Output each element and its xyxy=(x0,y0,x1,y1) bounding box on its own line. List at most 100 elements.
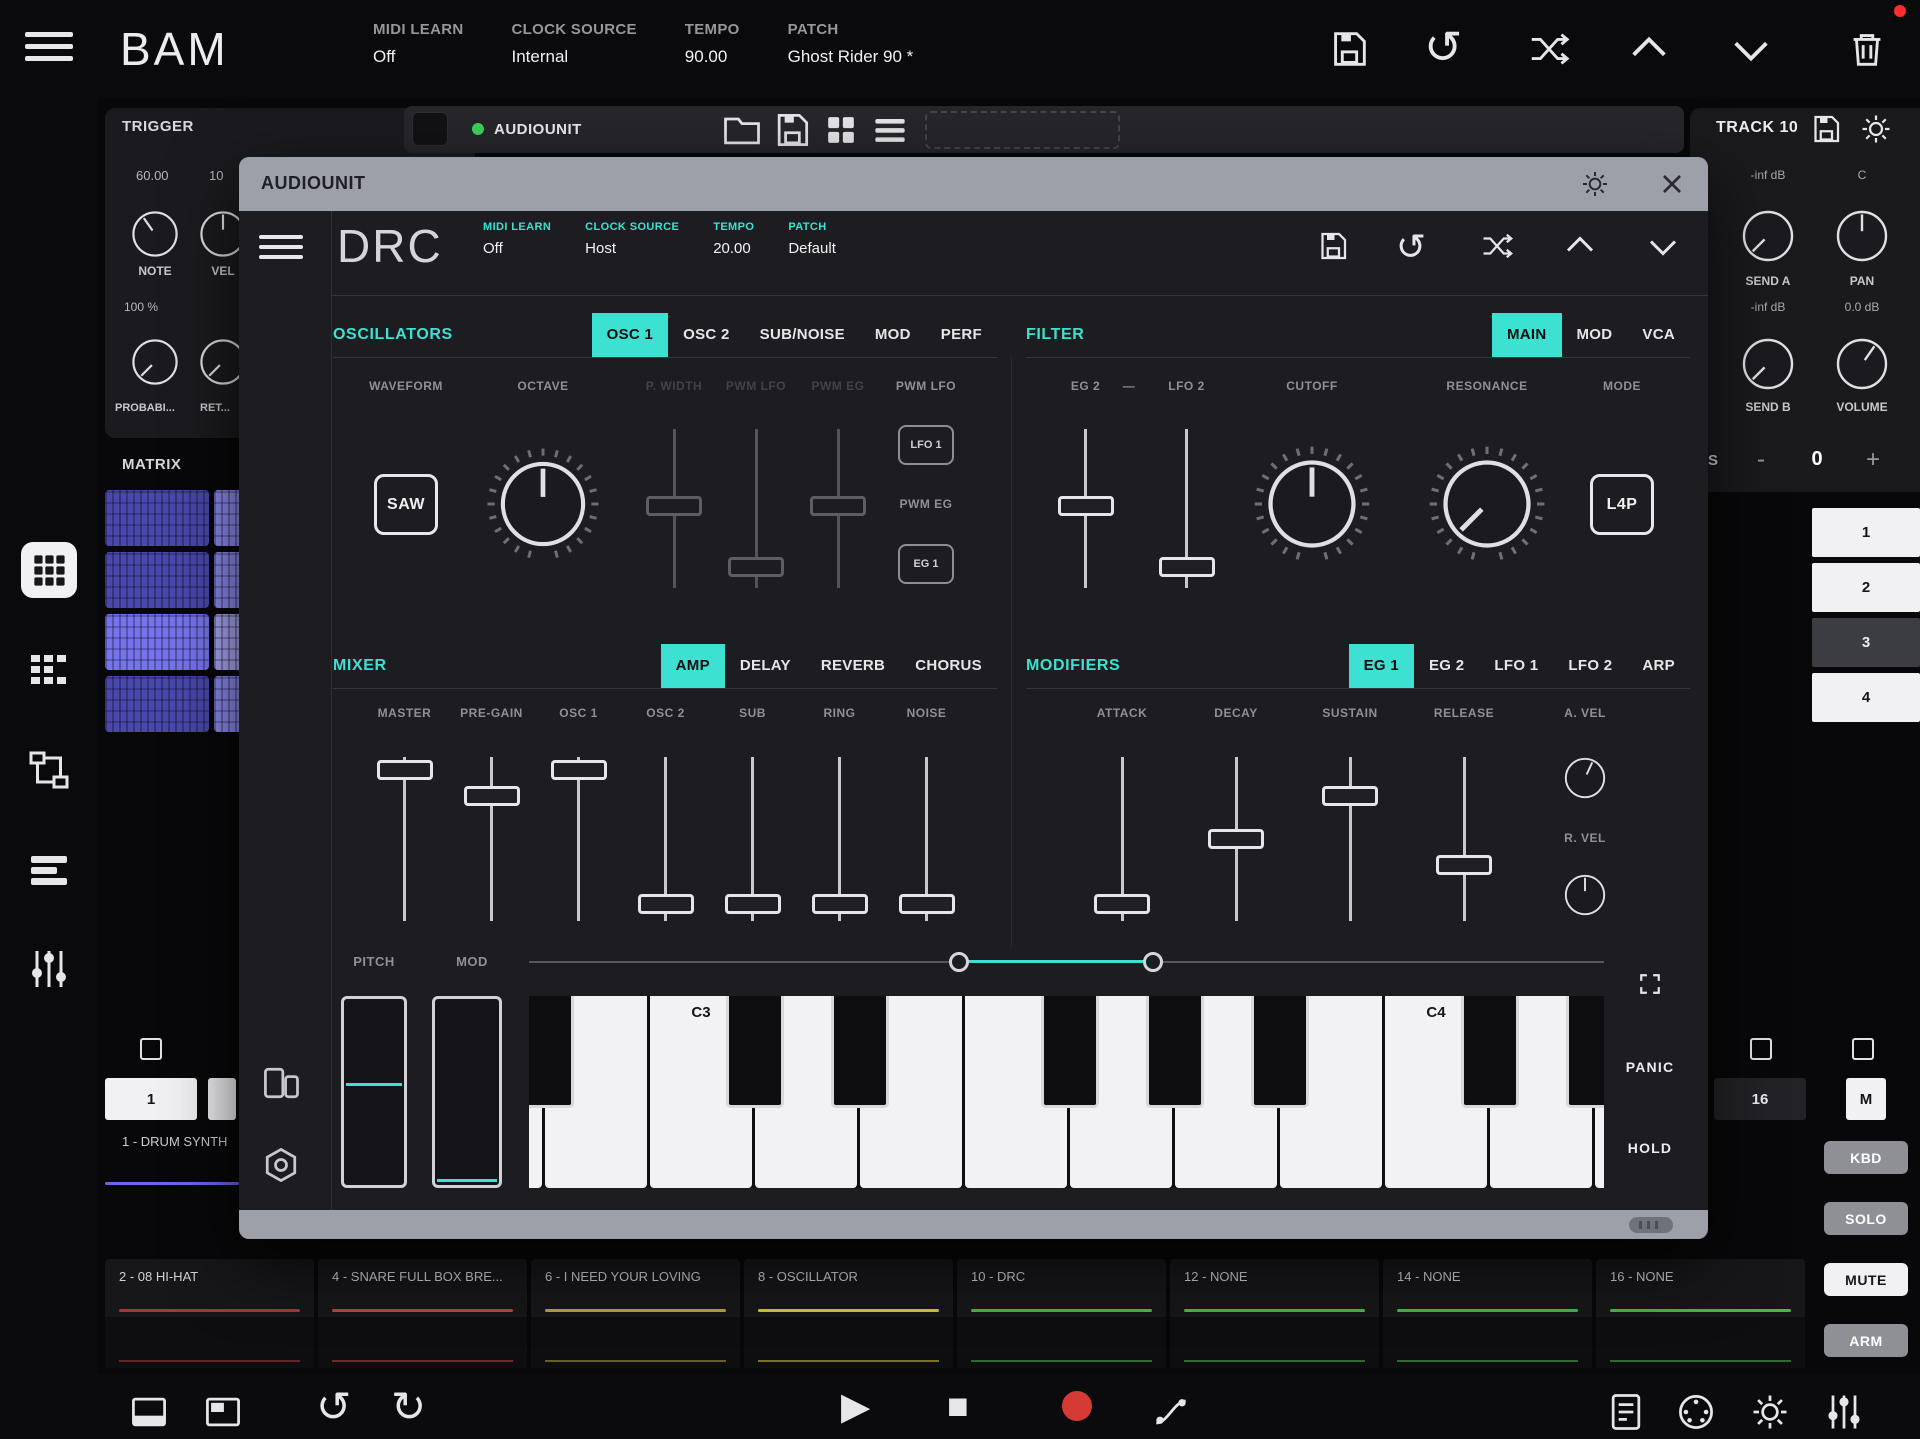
track-lane[interactable] xyxy=(957,1317,1166,1368)
volume-knob[interactable] xyxy=(1832,334,1892,399)
pattern-minus-button[interactable]: - xyxy=(1746,446,1776,474)
pattern-view-icon[interactable] xyxy=(25,645,73,693)
track-cell-4[interactable]: 4 - SNARE FULL BOX BRE... xyxy=(318,1259,527,1368)
controller-icon[interactable] xyxy=(1674,1390,1718,1434)
resize-grab-handle[interactable] xyxy=(1629,1217,1673,1233)
slider-track[interactable] xyxy=(673,429,676,588)
save-icon[interactable] xyxy=(1326,26,1372,72)
tab-mod[interactable]: MOD xyxy=(1562,313,1628,357)
matrix-pattern-cell[interactable] xyxy=(105,552,209,608)
tab-lfo-1[interactable]: LFO 1 xyxy=(1479,644,1553,688)
pattern-plus-button[interactable]: + xyxy=(1858,446,1888,474)
pan-knob[interactable] xyxy=(1832,206,1892,271)
track-16-mute-cell[interactable]: M xyxy=(1846,1078,1886,1120)
field-value[interactable]: Internal xyxy=(512,47,637,67)
expand-icon[interactable] xyxy=(1635,969,1665,999)
mixer-view-icon[interactable] xyxy=(25,945,73,993)
slider-handle[interactable] xyxy=(464,786,520,806)
tab-vca[interactable]: VCA xyxy=(1627,313,1690,357)
track-lane[interactable] xyxy=(1383,1317,1592,1368)
lfo1-routing-button[interactable]: LFO 1 xyxy=(898,425,954,465)
tab-osc-2[interactable]: OSC 2 xyxy=(668,313,745,357)
waveform-button[interactable]: SAW xyxy=(374,474,438,535)
slider-track[interactable] xyxy=(490,757,493,921)
resonance-knob[interactable] xyxy=(1426,443,1548,570)
layout-full-icon[interactable] xyxy=(201,1390,245,1434)
slider-handle[interactable] xyxy=(1159,557,1215,577)
matrix-pattern-cell[interactable] xyxy=(105,676,209,732)
track-cell-10[interactable]: 10 - DRC xyxy=(957,1259,1166,1368)
trash-icon[interactable] xyxy=(1844,26,1890,72)
send-a-knob[interactable] xyxy=(1738,206,1798,271)
matrix-pattern-cell[interactable] xyxy=(105,614,209,670)
mixer-icon[interactable] xyxy=(1822,1390,1866,1434)
key-range-handle-right[interactable] xyxy=(1143,952,1163,972)
slider-lfo-2[interactable]: LFO 2 xyxy=(1136,378,1237,588)
tab-mod[interactable]: MOD xyxy=(860,313,926,357)
slider-handle[interactable] xyxy=(377,760,433,780)
tab-eg-1[interactable]: EG 1 xyxy=(1349,644,1414,688)
mute-button[interactable]: MUTE xyxy=(1824,1263,1908,1296)
slider-handle[interactable] xyxy=(646,496,702,516)
slider-osc-1[interactable]: OSC 1 xyxy=(535,705,622,921)
menu-icon[interactable] xyxy=(25,32,73,68)
tab-reverb[interactable]: REVERB xyxy=(806,644,900,688)
undo-icon[interactable]: ↺ xyxy=(1424,24,1463,70)
track-cell-12[interactable]: 12 - NONE xyxy=(1170,1259,1379,1368)
folder-icon[interactable] xyxy=(720,108,764,152)
slider-handle[interactable] xyxy=(1094,894,1150,914)
device-layout-icon[interactable] xyxy=(259,1061,303,1105)
track-cell-6[interactable]: 6 - I NEED YOUR LOVING xyxy=(531,1259,740,1368)
track-lane[interactable] xyxy=(1596,1317,1805,1368)
tracks-view-icon[interactable] xyxy=(25,846,73,894)
track-cell-2[interactable]: 2 - 08 HI-HAT xyxy=(105,1259,314,1368)
tab-lfo-2[interactable]: LFO 2 xyxy=(1553,644,1627,688)
close-icon[interactable] xyxy=(1656,168,1688,200)
slider-handle[interactable] xyxy=(638,894,694,914)
track-1-checkbox[interactable] xyxy=(140,1038,162,1060)
slider-p-width[interactable]: P. WIDTH xyxy=(633,378,715,588)
track-16-number-cell[interactable]: 16 xyxy=(1714,1078,1806,1120)
cutoff-knob[interactable] xyxy=(1251,443,1373,570)
redo-action-icon[interactable]: ↻ xyxy=(391,1386,426,1428)
list-view-icon[interactable] xyxy=(868,108,912,152)
tab-osc-1[interactable]: OSC 1 xyxy=(592,313,669,357)
tab-main[interactable]: MAIN xyxy=(1492,313,1562,357)
black-key[interactable] xyxy=(1251,996,1309,1108)
slider-sustain[interactable]: SUSTAIN xyxy=(1293,705,1407,921)
track-lane[interactable] xyxy=(105,1317,314,1368)
synth-prev-icon[interactable] xyxy=(1562,228,1598,264)
slider-osc-2[interactable]: OSC 2 xyxy=(622,705,709,921)
attack-vel-knob[interactable] xyxy=(1561,754,1609,807)
previous-patch-icon[interactable] xyxy=(1626,26,1672,72)
slider-handle[interactable] xyxy=(812,894,868,914)
slider-release[interactable]: RELEASE xyxy=(1407,705,1521,921)
next-patch-icon[interactable] xyxy=(1728,26,1774,72)
octave-knob[interactable] xyxy=(484,445,602,568)
track-lane[interactable] xyxy=(744,1317,953,1368)
slider-ring[interactable]: RING xyxy=(796,705,883,921)
modal-titlebar[interactable]: AUDIOUNIT xyxy=(239,157,1708,211)
slider-handle[interactable] xyxy=(1322,786,1378,806)
black-key[interactable] xyxy=(831,996,889,1108)
black-key[interactable] xyxy=(1041,996,1099,1108)
settings-gear-icon[interactable] xyxy=(1748,1390,1792,1434)
slider-handle[interactable] xyxy=(1058,496,1114,516)
field-value[interactable]: Ghost Rider 90 * xyxy=(788,47,914,67)
pattern-slot-4[interactable]: 4 xyxy=(1812,673,1920,722)
kbd-button[interactable]: KBD xyxy=(1824,1141,1908,1174)
synth-next-icon[interactable] xyxy=(1645,228,1681,264)
matrix-pattern-cell[interactable] xyxy=(105,490,209,546)
track-1-name[interactable]: 1 - DRUM SYNTH xyxy=(122,1134,227,1149)
note-knob[interactable] xyxy=(128,207,182,266)
probability-knob[interactable] xyxy=(128,335,182,394)
synth-menu-icon[interactable] xyxy=(259,235,303,265)
filter-mode-button[interactable]: L4P xyxy=(1590,474,1654,535)
pitch-wheel[interactable] xyxy=(341,996,407,1188)
slider-track[interactable] xyxy=(751,757,754,921)
slider-master[interactable]: MASTER xyxy=(361,705,448,921)
tab-sub-noise[interactable]: SUB/NOISE xyxy=(745,313,860,357)
slider-eg-2[interactable]: EG 2 xyxy=(1035,378,1136,588)
play-icon[interactable]: ▶ xyxy=(841,1388,870,1426)
synth-shuffle-icon[interactable] xyxy=(1479,228,1515,264)
